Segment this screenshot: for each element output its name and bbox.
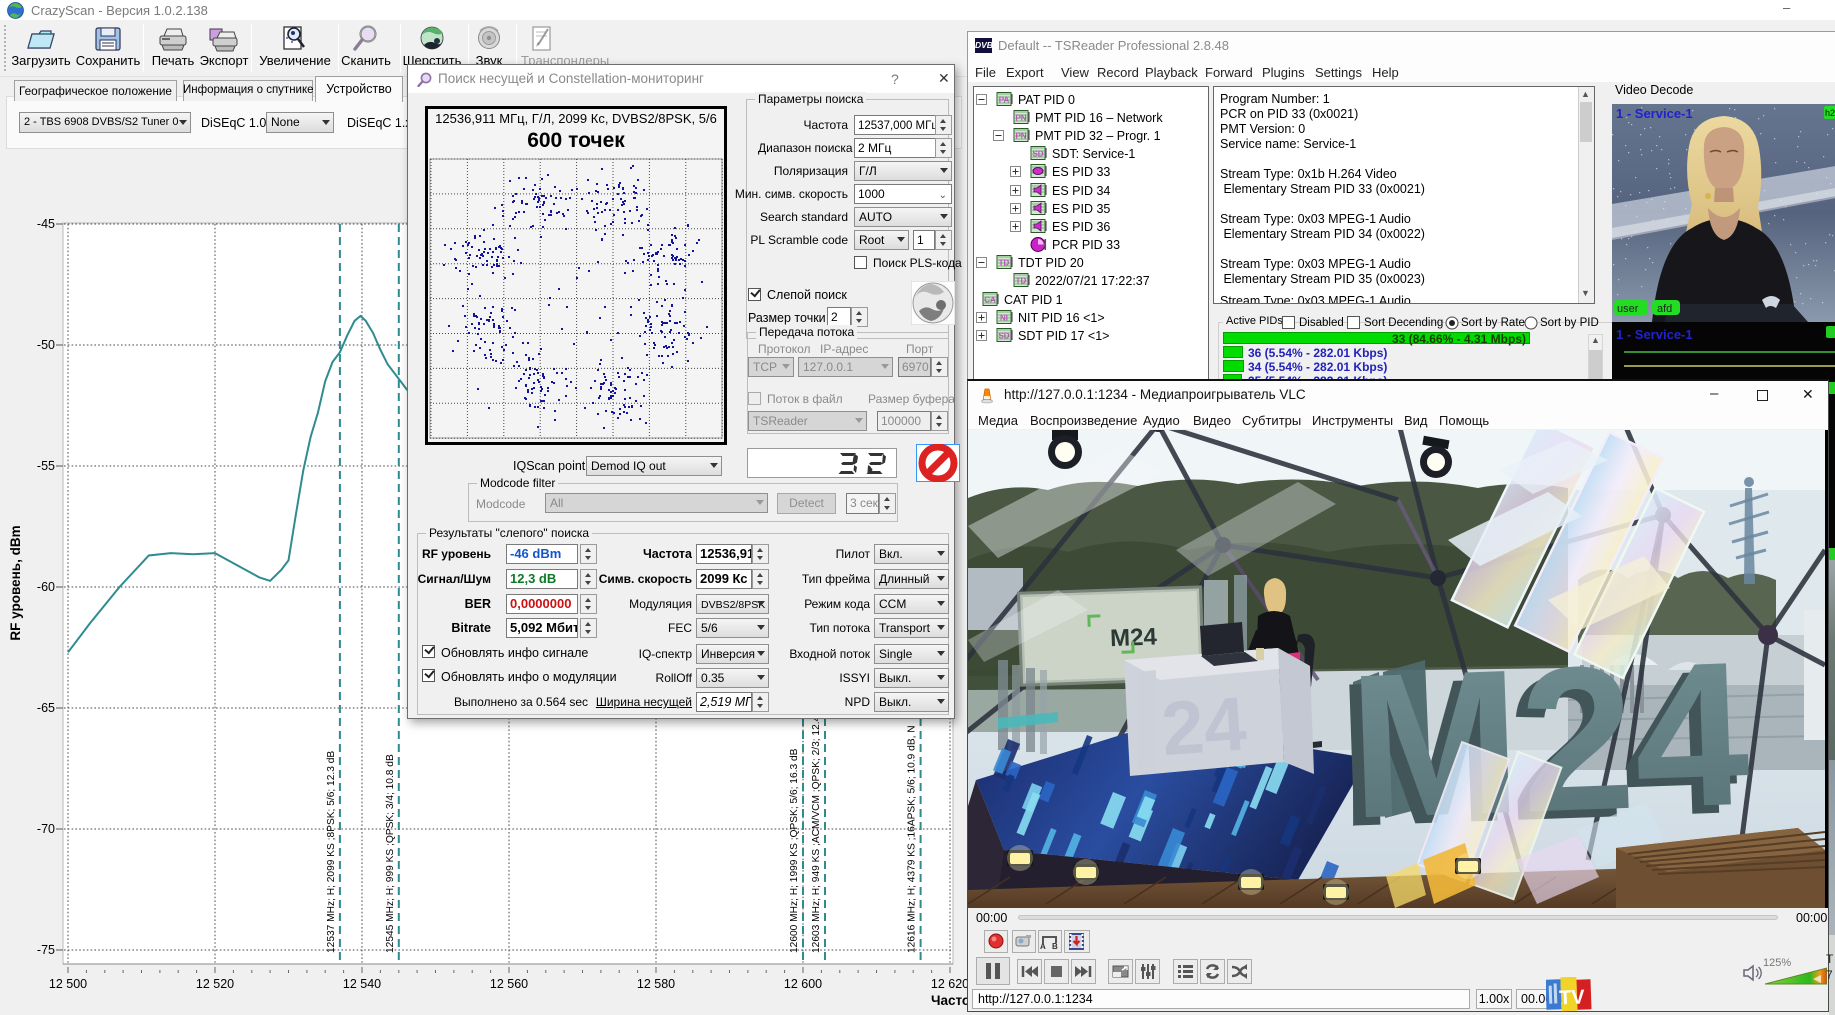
svg-text:12 580: 12 580 xyxy=(637,977,675,991)
svg-text:TD: TD xyxy=(1016,277,1027,286)
svg-text:24: 24 xyxy=(1159,681,1249,772)
svg-text:12616 MHz; H; 4379 KS ;16APSK;: 12616 MHz; H; 4379 KS ;16APSK; 5/6; 10.9… xyxy=(907,725,918,953)
svg-text:-65: -65 xyxy=(37,701,55,715)
svg-text:PA: PA xyxy=(999,96,1010,105)
svg-text:B: B xyxy=(1052,942,1058,951)
svg-text:M24: M24 xyxy=(1346,619,1753,862)
svg-text:12 540: 12 540 xyxy=(343,977,381,991)
svg-text:-60: -60 xyxy=(37,580,55,594)
svg-text:-50: -50 xyxy=(37,338,55,352)
svg-text:RF уровень, dBm: RF уровень, dBm xyxy=(8,525,23,640)
svg-text:A: A xyxy=(1040,942,1046,951)
svg-text:12 520: 12 520 xyxy=(196,977,234,991)
svg-text:h2: h2 xyxy=(1825,108,1835,118)
svg-text:-45: -45 xyxy=(37,217,55,231)
svg-text:12545 MHz; H; 999 KS ;QPSK; 3/: 12545 MHz; H; 999 KS ;QPSK; 3/4; 10.8 dB xyxy=(385,754,396,953)
svg-text:PN: PN xyxy=(1015,114,1026,123)
svg-text:-55: -55 xyxy=(37,459,55,473)
svg-text:12603 MHz; H; 949 KS ;ACM/VCM: 12603 MHz; H; 949 KS ;ACM/VCM ;QPSK; 2/3… xyxy=(811,700,822,953)
svg-text:12 500: 12 500 xyxy=(49,977,87,991)
svg-text:12 560: 12 560 xyxy=(490,977,528,991)
svg-text:-70: -70 xyxy=(37,822,55,836)
svg-text:1 - Service-1: 1 - Service-1 xyxy=(1616,327,1693,342)
svg-text:SD: SD xyxy=(1032,150,1043,159)
svg-text:12600 MHz; H; 1999 KS ;QPSK; 5: 12600 MHz; H; 1999 KS ;QPSK; 5/6; 16.3 d… xyxy=(789,748,800,953)
svg-text:12 600: 12 600 xyxy=(784,977,822,991)
svg-text:SD: SD xyxy=(998,332,1009,341)
svg-text:TD: TD xyxy=(999,259,1010,268)
svg-text:afd: afd xyxy=(1657,303,1672,315)
svg-text:NI: NI xyxy=(1000,314,1008,323)
svg-text:1 - Service-1: 1 - Service-1 xyxy=(1616,106,1693,121)
svg-text:CA: CA xyxy=(984,296,996,305)
svg-text:PN: PN xyxy=(1015,132,1026,141)
svg-text:12 620: 12 620 xyxy=(931,977,967,991)
svg-text:12537 MHz; H; 2099 KS ;8PSK; 5: 12537 MHz; H; 2099 KS ;8PSK; 5/6; 12.3 d… xyxy=(326,751,337,953)
svg-text:TV: TV xyxy=(1559,986,1586,1009)
svg-text:-75: -75 xyxy=(37,943,55,957)
svg-text:user: user xyxy=(1617,303,1639,315)
svg-text:Частота: Частота xyxy=(931,993,967,1008)
